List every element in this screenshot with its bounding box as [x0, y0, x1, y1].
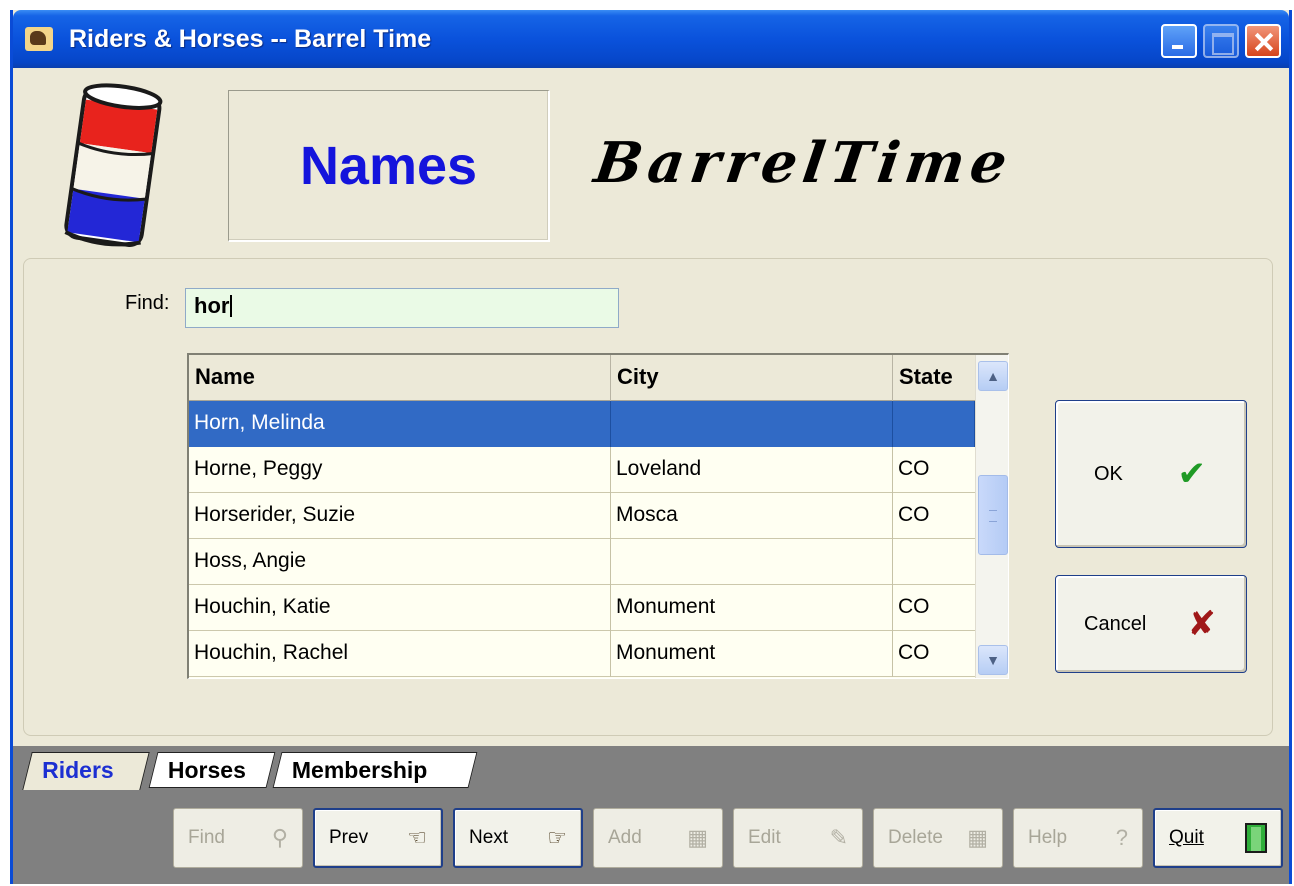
horse-rider-icon — [25, 27, 53, 51]
cell-city: Mosca — [611, 493, 893, 539]
add-button-label: Add — [608, 827, 642, 848]
grid-header: Name City State — [189, 355, 975, 401]
tab-riders-label: Riders — [42, 757, 114, 783]
hand-right-icon: ☞ — [547, 825, 567, 850]
table-row[interactable]: Horn, Melinda — [189, 401, 975, 447]
table-row[interactable]: Horserider, Suzie Mosca CO — [189, 493, 975, 539]
question-mark-icon: ? — [1115, 825, 1128, 850]
edit-button-label: Edit — [748, 827, 781, 848]
help-button[interactable]: Help ? — [1013, 808, 1143, 868]
app-window: Riders & Horses -- Barrel Time Names Bar… — [10, 10, 1292, 884]
cell-state: CO — [898, 595, 930, 618]
table-row[interactable]: Houchin, Rachel Monument CO — [189, 631, 975, 677]
next-button-label: Next — [469, 827, 509, 848]
help-button-label: Help — [1028, 827, 1068, 848]
delete-record-icon: ▦ — [967, 825, 988, 850]
cell-city: Monument — [611, 585, 893, 631]
prev-button[interactable]: Prev ☜ — [313, 808, 443, 868]
scroll-thumb[interactable] — [978, 475, 1008, 555]
tab-horses-label: Horses — [167, 757, 246, 783]
cell-name: Houchin, Rachel — [189, 631, 611, 677]
delete-button-label: Delete — [888, 827, 943, 848]
brand-logo-text: BarrelTime — [590, 130, 1017, 196]
column-header-city[interactable]: City — [611, 355, 893, 401]
edit-button[interactable]: Edit ✎ — [733, 808, 863, 868]
cell-state — [893, 401, 975, 447]
text-caret — [230, 295, 233, 317]
table-row[interactable]: Houchin, Katie Monument CO — [189, 585, 975, 631]
scroll-down-button[interactable]: ▼ — [978, 645, 1008, 675]
section-title-box: Names — [228, 90, 550, 242]
delete-button[interactable]: Delete ▦ — [873, 808, 1003, 868]
grid-rows: Horn, Melinda Horne, Peggy Loveland CO H… — [189, 401, 975, 677]
cell-city: Monument — [611, 631, 893, 677]
column-header-state[interactable]: State — [893, 355, 975, 401]
quit-button-label: Quit — [1169, 827, 1204, 848]
cell-city — [611, 539, 893, 585]
cancel-button-label: Cancel — [1084, 612, 1147, 635]
title-bar[interactable]: Riders & Horses -- Barrel Time — [13, 10, 1289, 68]
chevron-up-icon: ▲ — [986, 368, 1000, 384]
tab-membership-label: Membership — [291, 757, 428, 783]
cell-city — [611, 401, 893, 447]
find-input-value: hor — [194, 293, 230, 318]
cancel-button[interactable]: Cancel ✘ — [1055, 575, 1247, 673]
maximize-button[interactable] — [1203, 24, 1239, 58]
cell-state: CO — [898, 457, 930, 480]
window-title: Riders & Horses -- Barrel Time — [69, 25, 432, 53]
minimize-button[interactable] — [1161, 24, 1197, 58]
find-button[interactable]: Find ⚲ — [173, 808, 303, 868]
edit-record-icon: ✎ — [829, 825, 848, 850]
hand-left-icon: ☜ — [407, 825, 427, 850]
tab-riders[interactable]: Riders — [22, 752, 150, 790]
close-button[interactable] — [1245, 24, 1281, 58]
barrel-icon — [64, 83, 163, 247]
names-grid[interactable]: Name City State Horn, Melinda Horne, Peg… — [187, 353, 1009, 679]
cell-state: CO — [898, 641, 930, 664]
column-header-name[interactable]: Name — [189, 355, 611, 401]
add-button[interactable]: Add ▦ — [593, 808, 723, 868]
x-icon: ✘ — [1187, 605, 1217, 643]
cell-name: Hoss, Angie — [189, 539, 611, 585]
prev-button-label: Prev — [329, 827, 369, 848]
quit-button[interactable]: Quit — [1153, 808, 1283, 868]
cell-name: Horne, Peggy — [189, 447, 611, 493]
ok-button[interactable]: OK ✔ — [1055, 400, 1247, 548]
cell-name: Houchin, Katie — [189, 585, 611, 631]
ok-button-label: OK — [1094, 462, 1123, 485]
cell-name: Horn, Melinda — [189, 401, 611, 447]
find-label: Find: — [125, 292, 170, 314]
find-button-label: Find — [188, 827, 225, 848]
vertical-scrollbar[interactable]: ▲ ▼ — [975, 355, 1008, 678]
add-record-icon: ▦ — [687, 825, 708, 850]
tab-membership[interactable]: Membership — [272, 752, 478, 788]
cell-name: Horserider, Suzie — [189, 493, 611, 539]
flashlight-icon: ⚲ — [271, 825, 288, 850]
find-input[interactable]: hor — [185, 288, 619, 328]
next-button[interactable]: Next ☞ — [453, 808, 583, 868]
exit-door-icon — [1245, 823, 1267, 853]
table-row[interactable]: Hoss, Angie — [189, 539, 975, 585]
cell-state — [893, 539, 975, 585]
chevron-down-icon: ▼ — [986, 652, 1000, 668]
table-row[interactable]: Horne, Peggy Loveland CO — [189, 447, 975, 493]
cell-city: Loveland — [611, 447, 893, 493]
section-title: Names — [299, 135, 478, 196]
cell-state: CO — [898, 503, 930, 526]
tab-horses[interactable]: Horses — [148, 752, 276, 788]
scroll-up-button[interactable]: ▲ — [978, 361, 1008, 391]
checkmark-icon: ✔ — [1177, 455, 1207, 493]
